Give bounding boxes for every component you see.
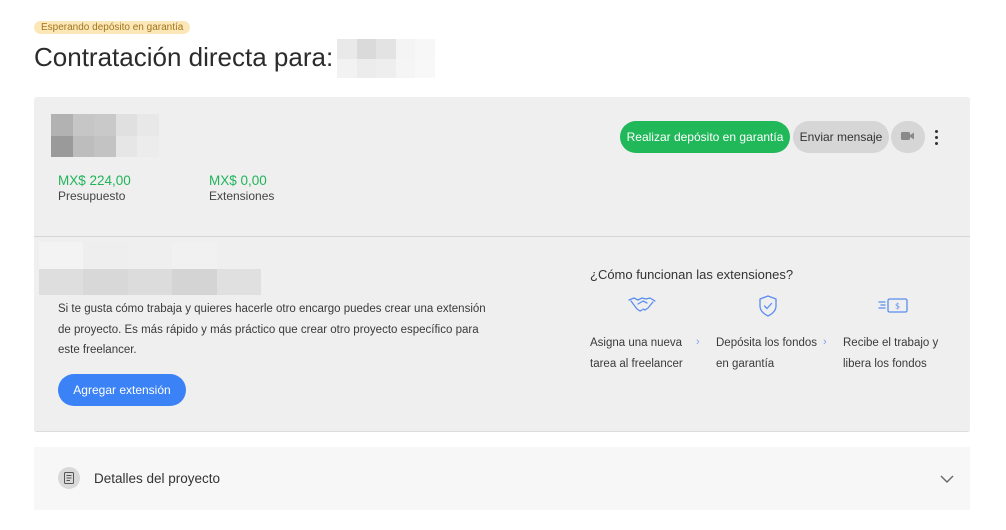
extension-title-redacted xyxy=(39,242,261,295)
budget-amount: MX$ 224,00 xyxy=(58,173,131,188)
more-options-button[interactable] xyxy=(929,123,943,151)
project-details-label: Detalles del proyecto xyxy=(94,471,221,486)
page-title: Contratación directa para: xyxy=(34,42,334,72)
chevron-down-icon[interactable] xyxy=(940,471,954,489)
step-2-text: Depósita los fondos en garantía xyxy=(716,337,818,370)
chevron-right-icon: › xyxy=(696,336,700,348)
extensions-label: Extensiones xyxy=(209,189,275,203)
shield-check-icon xyxy=(758,295,778,322)
extension-description: Si te gusta cómo trabaja y quieres hacer… xyxy=(58,303,486,356)
budget-label: Presupuesto xyxy=(58,189,126,203)
status-badge: Esperando depósito en garantía xyxy=(34,21,191,34)
add-extension-button[interactable]: Agregar extensión xyxy=(58,374,186,406)
project-details-accordion[interactable]: Detalles del proyecto xyxy=(34,447,970,510)
document-icon xyxy=(58,467,80,489)
contract-card: MX$ 224,00 Presupuesto MX$ 0,00 Extensio… xyxy=(34,97,970,432)
handshake-icon xyxy=(628,295,656,320)
more-vertical-icon xyxy=(934,129,938,133)
how-extensions-work-title: ¿Cómo funcionan las extensiones? xyxy=(590,267,794,282)
make-escrow-deposit-button[interactable]: Realizar depósito en garantía xyxy=(620,121,790,153)
step-3-text: Recibe el trabajo y libera los fondos xyxy=(843,337,939,370)
money-transfer-icon: $ xyxy=(878,295,908,320)
chevron-right-icon: › xyxy=(823,336,827,348)
send-message-button[interactable]: Enviar mensaje xyxy=(793,121,889,153)
divider xyxy=(34,236,970,237)
svg-text:$: $ xyxy=(895,302,900,311)
extensions-amount: MX$ 0,00 xyxy=(209,173,267,188)
avatar xyxy=(51,114,159,157)
video-call-button[interactable] xyxy=(891,121,925,153)
step-1-text: Asigna una nueva tarea al freelancer xyxy=(590,337,683,370)
freelancer-name-redacted xyxy=(337,39,435,78)
video-camera-icon xyxy=(901,128,915,146)
